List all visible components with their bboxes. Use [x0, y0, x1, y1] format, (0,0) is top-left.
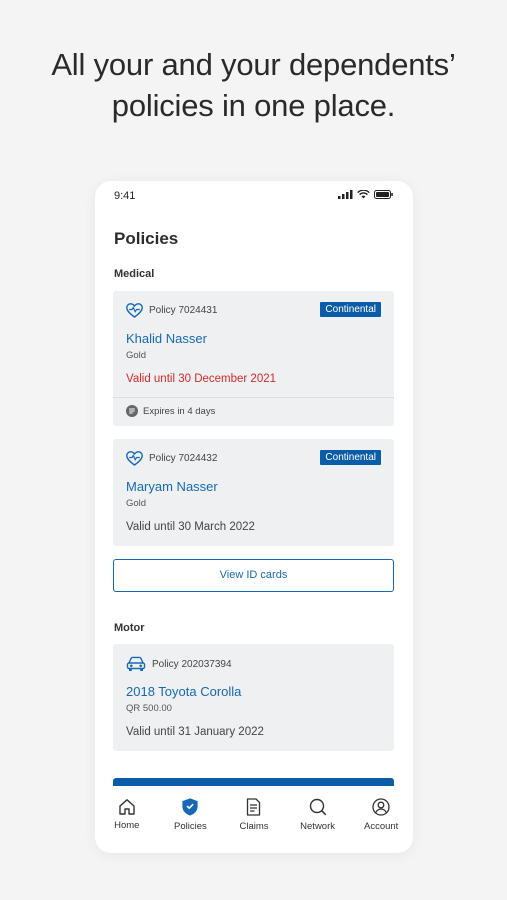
- tab-claims[interactable]: Claims: [224, 798, 284, 832]
- tab-network[interactable]: Network: [288, 798, 348, 832]
- vehicle-name[interactable]: 2018 Toyota Corolla: [126, 684, 241, 699]
- section-label-motor: Motor: [114, 622, 145, 634]
- tab-label: Policies: [174, 821, 207, 832]
- battery-icon: [374, 190, 393, 199]
- motor-policy-card[interactable]: Policy 202037394 2018 Toyota Corolla QR …: [113, 644, 394, 751]
- policy-tier: Gold: [126, 350, 147, 361]
- shield-icon: [182, 798, 198, 816]
- wifi-icon: [357, 190, 370, 199]
- search-icon: [309, 798, 326, 816]
- heart-shield-icon: [126, 303, 143, 318]
- policy-holder-name[interactable]: Maryam Nasser: [126, 479, 218, 494]
- tab-label: Network: [300, 821, 335, 832]
- network-badge: Continental: [320, 302, 381, 317]
- network-badge: Continental: [320, 450, 381, 465]
- policy-tier: Gold: [126, 498, 147, 509]
- policy-number: Policy 202037394: [152, 658, 232, 670]
- tab-account[interactable]: Account: [351, 798, 411, 832]
- page-title: Policies: [114, 229, 179, 248]
- policy-validity: Valid until 31 January 2022: [126, 726, 264, 738]
- document-icon: [247, 798, 261, 816]
- status-icons: [338, 190, 393, 199]
- marketing-headline: All your and your dependents’ policies i…: [0, 44, 507, 126]
- card-divider: [113, 397, 394, 398]
- tab-home[interactable]: Home: [97, 798, 157, 831]
- expiry-info-icon: [126, 405, 138, 417]
- headline-line-2: policies in one place.: [111, 88, 396, 123]
- policy-validity: Valid until 30 March 2022: [126, 521, 255, 533]
- policy-amount: QR 500.00: [126, 703, 172, 714]
- status-bar: 9:41: [95, 181, 413, 211]
- policy-number-row: Policy 7024432: [126, 451, 217, 466]
- tab-policies[interactable]: Policies: [160, 798, 220, 832]
- status-time: 9:41: [114, 190, 136, 202]
- policy-validity: Valid until 30 December 2021: [126, 373, 277, 385]
- policy-number: Policy 7024432: [149, 453, 218, 464]
- policy-number-row: Policy 202037394: [126, 656, 232, 672]
- tab-label: Account: [364, 821, 399, 832]
- policy-card[interactable]: Policy 7024431 Continental Khalid Nasser…: [113, 291, 394, 426]
- phone-screen: 9:41 Policies Medical Policy 7024431 Con…: [95, 181, 413, 853]
- tab-label: Home: [114, 820, 140, 831]
- home-icon: [119, 799, 135, 815]
- headline-line-1: All your and your dependents’: [51, 47, 456, 82]
- policy-number-row: Policy 7024431: [126, 303, 217, 318]
- primary-action-button[interactable]: [113, 778, 394, 786]
- bottom-tab-bar: Home Policies Claims Network Account: [95, 786, 413, 853]
- view-id-cards-button[interactable]: View ID cards: [113, 559, 394, 592]
- account-icon: [372, 798, 390, 816]
- policy-holder-name[interactable]: Khalid Nasser: [126, 331, 207, 346]
- expiry-text: Expires in 4 days: [143, 405, 216, 417]
- policy-number: Policy 7024431: [149, 305, 218, 316]
- expiry-notice: Expires in 4 days: [126, 405, 215, 417]
- tab-label: Claims: [239, 821, 269, 832]
- section-label-medical: Medical: [114, 268, 155, 280]
- car-icon: [126, 656, 146, 671]
- signal-icon: [338, 190, 353, 199]
- heart-shield-icon: [126, 451, 143, 466]
- policy-card[interactable]: Policy 7024432 Continental Maryam Nasser…: [113, 439, 394, 546]
